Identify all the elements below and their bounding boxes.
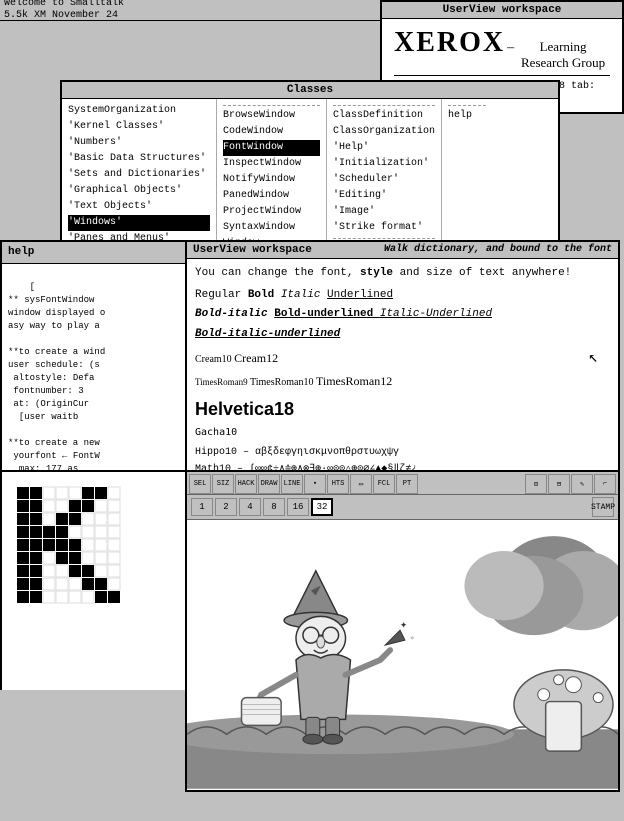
illustration-svg: ✦ ✧ ✂ ↗ ◉ bbox=[187, 520, 618, 790]
regular-label: Regular bbox=[195, 289, 248, 301]
help-content: [ ** sysFontWindow window displayed o as… bbox=[8, 282, 105, 494]
classes-title[interactable]: Classes bbox=[62, 82, 558, 99]
intro-line: You can change the font, style and size … bbox=[195, 265, 610, 283]
stamp-icon[interactable]: STAMP bbox=[592, 497, 614, 517]
xerox-logo: XEROX bbox=[394, 27, 505, 59]
drawing-window: SEL SIZ HACK DRAW LINE ▪ HTS ▭ FCL PT ⊡ … bbox=[185, 470, 620, 792]
list-item-selected[interactable]: FontWindow bbox=[223, 140, 320, 156]
list-item[interactable]: 'Strike format' bbox=[333, 220, 435, 236]
zoom-32-selected[interactable]: 32 bbox=[311, 498, 333, 516]
zoom-4[interactable]: 4 bbox=[239, 498, 261, 516]
cream-fonts-row: Cream10 Cream12 bbox=[195, 349, 610, 370]
list-item[interactable]: 'Initialization' bbox=[333, 156, 435, 172]
underlined-label: Underlined bbox=[327, 289, 393, 301]
list-item[interactable]: BrowseWindow bbox=[223, 108, 320, 124]
list-item[interactable]: ClassOrganization bbox=[333, 124, 435, 140]
italic-label: Italic bbox=[281, 289, 327, 301]
helvetica18-sample: Helvetica18 bbox=[195, 399, 294, 419]
list-item[interactable]: ProjectWindow bbox=[223, 204, 320, 220]
zoom-8[interactable]: 8 bbox=[263, 498, 285, 516]
tool-line[interactable]: LINE bbox=[281, 474, 303, 494]
bold-underlined-label: Bold-underlined bbox=[274, 308, 380, 320]
tool-rec[interactable]: ▭ bbox=[350, 474, 372, 494]
list-item[interactable]: PanedWindow bbox=[223, 188, 320, 204]
list-item[interactable]: SystemOrganization bbox=[68, 103, 210, 119]
bold-label: Bold bbox=[248, 289, 281, 301]
help-body: [ ** sysFontWindow window displayed o as… bbox=[2, 264, 213, 494]
help-window: help [ ** sysFontWindow window displayed… bbox=[0, 240, 215, 496]
bold-italic-label: Bold-italic bbox=[195, 308, 274, 320]
pixel-art-canvas bbox=[2, 472, 185, 690]
help-title[interactable]: help bbox=[2, 242, 213, 264]
welcome-line2: 5.5k XM November 24 bbox=[4, 10, 118, 21]
userview-ws-title-text: UserView workspace bbox=[193, 244, 312, 256]
list-item-selected[interactable]: 'Windows' bbox=[68, 215, 210, 231]
bold-italic-underlined-label: Bold-italic-underlined bbox=[195, 328, 340, 340]
xerox-logo-line: XEROX – Learning Research Group bbox=[394, 27, 610, 71]
zoom-2[interactable]: 2 bbox=[215, 498, 237, 516]
helvetica-fonts-row: Helvetica18 bbox=[195, 395, 610, 424]
font-styles-row2: Bold-italic Bold-underlined Italic-Under… bbox=[195, 306, 610, 324]
userview-ws-title[interactable]: UserView workspace Walk dictionary, and … bbox=[187, 242, 618, 259]
zoom-16[interactable]: 16 bbox=[287, 498, 309, 516]
timesroman-fonts-row: TimesRoman9 TimesRoman10 TimesRoman12 bbox=[195, 372, 610, 393]
list-item[interactable]: 'Scheduler' bbox=[333, 172, 435, 188]
list-item[interactable]: 'Kernel Classes' bbox=[68, 119, 210, 135]
tr9-sample: TimesRoman9 bbox=[195, 377, 250, 387]
list-item[interactable]: NotifyWindow bbox=[223, 172, 320, 188]
list-item[interactable]: 'Numbers' bbox=[68, 135, 210, 151]
cream12-sample: Cream12 bbox=[234, 351, 278, 365]
svg-text:✧: ✧ bbox=[410, 634, 415, 643]
style-bold: style bbox=[360, 267, 393, 279]
list-item[interactable]: 'Basic Data Structures' bbox=[68, 151, 210, 167]
tool-extra2[interactable]: ⊟ bbox=[548, 474, 570, 494]
list-item[interactable]: 'Image' bbox=[333, 204, 435, 220]
gacha-fonts-row: Gacha10 bbox=[195, 425, 610, 443]
tool-blk[interactable]: ▪ bbox=[304, 474, 326, 494]
tool-siz[interactable]: SIZ bbox=[212, 474, 234, 494]
xerox-dash: – bbox=[507, 40, 514, 56]
font-styles-row3: Bold-italic-underlined bbox=[195, 326, 610, 344]
tool-fcl[interactable]: FCL bbox=[373, 474, 395, 494]
italic-underlined-label: Italic-Underlined bbox=[380, 308, 492, 320]
list-item[interactable]: 'Editing' bbox=[333, 188, 435, 204]
list-item[interactable]: help bbox=[448, 108, 486, 124]
list-item[interactable]: 'Graphical Objects' bbox=[68, 183, 210, 199]
tool-extra1[interactable]: ⊡ bbox=[525, 474, 547, 494]
cursor-arrow: ↖ bbox=[588, 347, 598, 367]
list-item[interactable]: SyntaxWindow bbox=[223, 220, 320, 236]
tool-extra3[interactable]: ✎ bbox=[571, 474, 593, 494]
userview-ws-subtitle: Walk dictionary, and bound to the font bbox=[384, 244, 612, 256]
xerox-subtitle: Learning Research Group bbox=[516, 39, 610, 71]
list-item[interactable]: 'Help' bbox=[333, 140, 435, 156]
drawing-canvas[interactable]: ✦ ✧ ✂ ↗ ◉ bbox=[187, 520, 618, 790]
font-styles-row: Regular Bold Italic Underlined bbox=[195, 287, 610, 305]
list-item[interactable]: 'Text Objects' bbox=[68, 199, 210, 215]
tool-extra4[interactable]: ⌐ bbox=[594, 474, 616, 494]
tr12-sample: TimesRoman12 bbox=[316, 374, 392, 388]
svg-text:✦: ✦ bbox=[400, 618, 407, 632]
xerox-title-bar[interactable]: UserView workspace bbox=[382, 2, 622, 19]
list-item[interactable]: 'Sets and Dictionaries' bbox=[68, 167, 210, 183]
tool-hts[interactable]: HTS bbox=[327, 474, 349, 494]
welcome-line1: Welcome to Smalltalk bbox=[4, 0, 124, 9]
hippo-fonts-row: Hippo10 – αβξδεφγηισκμνοπθρστυωχψγ bbox=[195, 445, 610, 461]
gacha10-sample: Gacha10 bbox=[195, 427, 237, 438]
list-item[interactable]: CodeWindow bbox=[223, 124, 320, 140]
pixel-art-window bbox=[0, 470, 185, 690]
tool-draw[interactable]: DRAW bbox=[258, 474, 280, 494]
tool-sel[interactable]: SEL bbox=[189, 474, 211, 494]
cream10-sample: Cream10 bbox=[195, 354, 234, 365]
zoom-1[interactable]: 1 bbox=[191, 498, 213, 516]
tool-pt[interactable]: PT bbox=[396, 474, 418, 494]
tr10-sample: TimesRoman10 bbox=[250, 377, 316, 388]
drawing-toolbar-row1: SEL SIZ HACK DRAW LINE ▪ HTS ▭ FCL PT ⊡ … bbox=[187, 472, 618, 495]
list-item[interactable]: InspectWindow bbox=[223, 156, 320, 172]
zoom-row: 1 2 4 8 16 32 STAMP bbox=[187, 495, 618, 520]
list-item[interactable]: ClassDefinition bbox=[333, 108, 435, 124]
tool-hack[interactable]: HACK bbox=[235, 474, 257, 494]
